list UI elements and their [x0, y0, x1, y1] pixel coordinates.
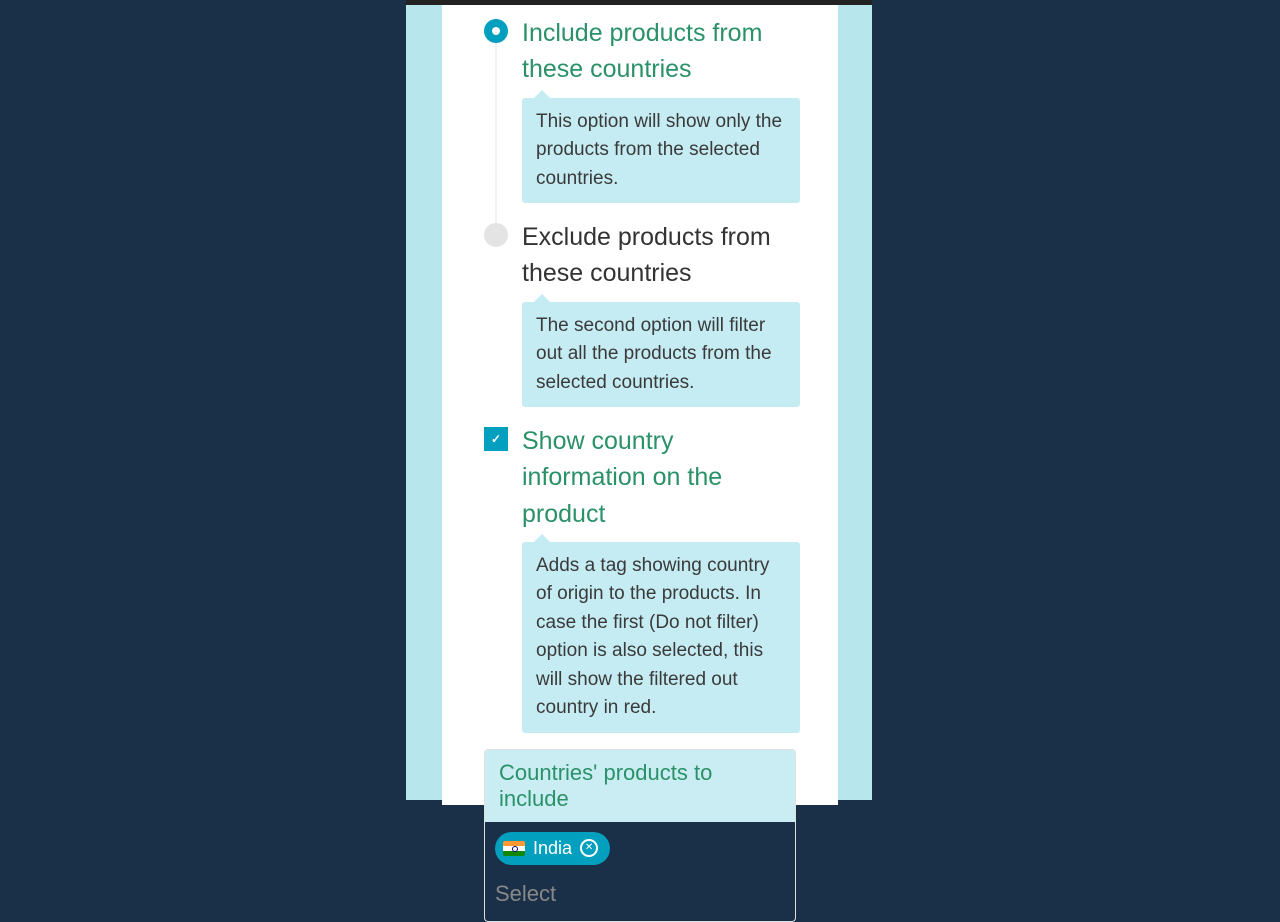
option-include: Include products from these countries Th… — [442, 15, 838, 203]
settings-card: Include products from these countries Th… — [442, 5, 838, 805]
checkbox-show-country-info[interactable] — [484, 427, 508, 451]
option-include-label: Include products from these countries — [522, 15, 800, 88]
option-show-country-info: Show country information on the product … — [442, 423, 838, 733]
option-exclude: Exclude products from these countries Th… — [442, 219, 838, 407]
radio-exclude[interactable] — [484, 223, 508, 247]
option-include-info: This option will show only the products … — [522, 98, 800, 204]
option-exclude-label: Exclude products from these countries — [522, 219, 800, 292]
countries-section: Countries' products to include India — [484, 749, 796, 922]
remove-chip-icon[interactable] — [580, 839, 598, 857]
option-exclude-info: The second option will filter out all th… — [522, 302, 800, 408]
flag-icon — [503, 841, 525, 856]
country-select-input[interactable] — [485, 871, 795, 921]
countries-chips-area: India — [485, 822, 795, 871]
radio-include[interactable] — [484, 19, 508, 43]
option-show-country-info-label: Show country information on the product — [522, 423, 800, 532]
country-chip-india[interactable]: India — [495, 832, 610, 865]
option-show-country-info-info: Adds a tag showing country of origin to … — [522, 542, 800, 733]
panel-backdrop: Include products from these countries Th… — [406, 5, 872, 800]
countries-section-header: Countries' products to include — [485, 750, 795, 822]
country-chip-label: India — [533, 838, 572, 859]
radio-connector-line — [495, 43, 497, 223]
